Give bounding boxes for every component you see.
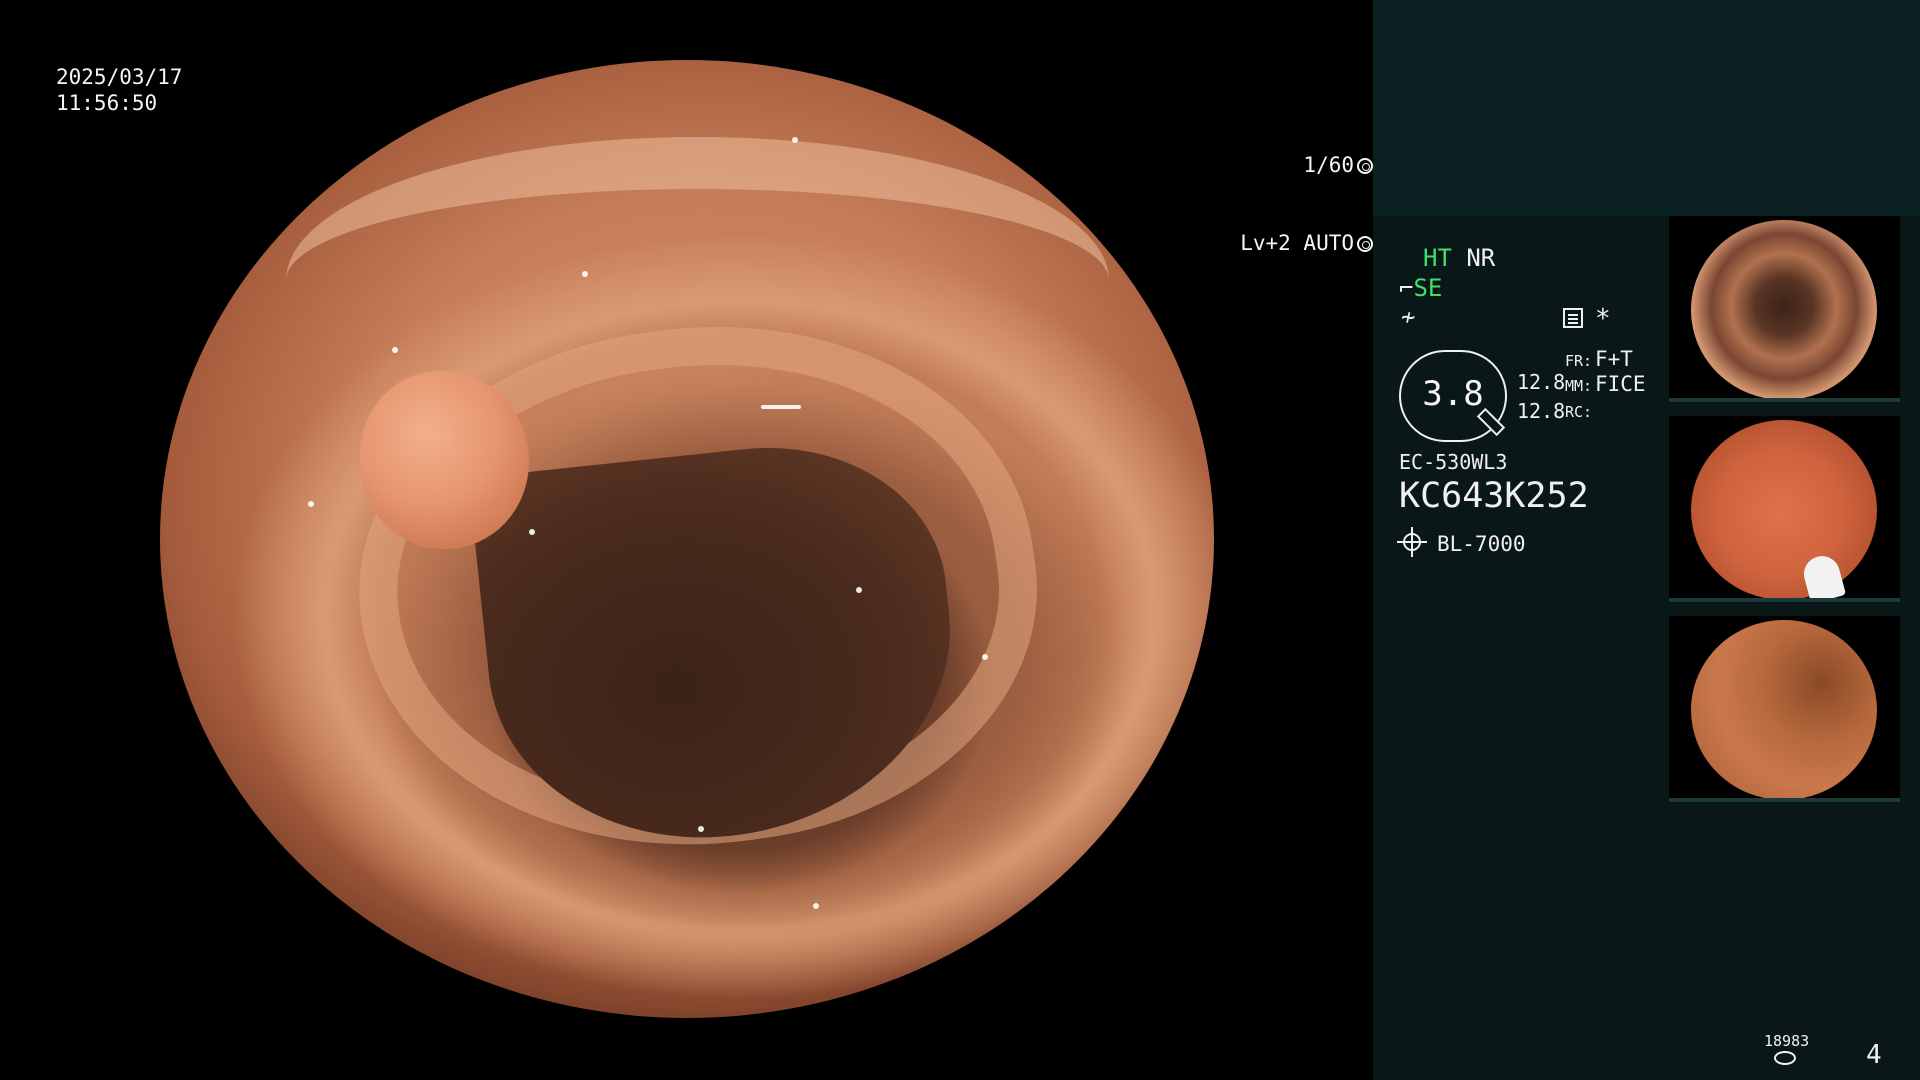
storage-icon — [1774, 1051, 1796, 1065]
asterisk-marker: * — [1595, 304, 1611, 334]
shutter-row: 1/60 — [55, 152, 1373, 178]
value-a: 12.8 — [1517, 370, 1566, 394]
mode-ht: HT — [1423, 244, 1452, 272]
brightness-level: Lv+2 — [1240, 231, 1291, 255]
capture-thumbnail[interactable] — [1669, 216, 1900, 402]
specular-glint — [697, 826, 704, 833]
capture-thumbnail[interactable] — [1669, 616, 1900, 802]
light-source-model: BL-7000 — [1437, 532, 1526, 556]
storage-count: 18983 — [1764, 1032, 1810, 1050]
value-b: 12.8 — [1517, 399, 1566, 423]
zoom-badge: 3.8 — [1399, 350, 1507, 442]
mode-nr: NR — [1466, 244, 1496, 272]
specular-glint — [760, 404, 801, 409]
thumbnail-image — [1691, 420, 1877, 598]
fr-label: FR: — [1565, 352, 1593, 370]
mm-label: MM: — [1565, 377, 1593, 395]
level-row: Lv+2 AUTO — [55, 230, 1373, 256]
thumbnail-image — [1691, 220, 1877, 398]
page-index: 4 — [1866, 1040, 1882, 1070]
polyp — [360, 371, 529, 549]
memory-icon — [1563, 308, 1583, 328]
endoscope-main-view: 2025/03/17 11:56:50 1/60 Lv+2 AUTO — [0, 0, 1373, 1080]
exposure-mode: AUTO — [1303, 231, 1354, 255]
specular-glint — [307, 500, 314, 507]
mm-value: FICE — [1595, 372, 1646, 396]
thumbnail-image — [1691, 620, 1877, 798]
mode-row-ht-nr: HT NR — [1423, 244, 1495, 272]
date-text: 2025/03/17 — [56, 65, 183, 89]
capture-thumbnail[interactable] — [1669, 416, 1900, 602]
info-panel: HT NR ⌐SE ≁ * 3.8 12.8 12.8 FR: F+T MM: … — [1373, 0, 1920, 1080]
exposure-readout: 1/60 Lv+2 AUTO — [55, 100, 1373, 308]
mode-f-symbol: ≁ — [1401, 303, 1416, 331]
rc-label: RC: — [1565, 403, 1593, 421]
scope-model: EC-530WL3 — [1399, 450, 1508, 474]
mode-se: SE — [1413, 274, 1443, 302]
specular-glint — [813, 903, 820, 910]
mode-row-se: ⌐SE — [1399, 274, 1442, 302]
specular-glint — [855, 586, 862, 593]
enhance-icon: ⌐ — [1399, 274, 1414, 302]
aperture-icon — [1357, 158, 1373, 174]
light-source-icon — [1397, 527, 1427, 557]
scope-serial: KC643K252 — [1399, 476, 1589, 516]
panel-header-area — [1373, 0, 1920, 216]
zoom-value: 3.8 — [1422, 374, 1484, 414]
shutter-speed: 1/60 — [1303, 153, 1354, 177]
fr-value: F+T — [1595, 347, 1633, 371]
auto-iris-icon — [1357, 236, 1373, 252]
